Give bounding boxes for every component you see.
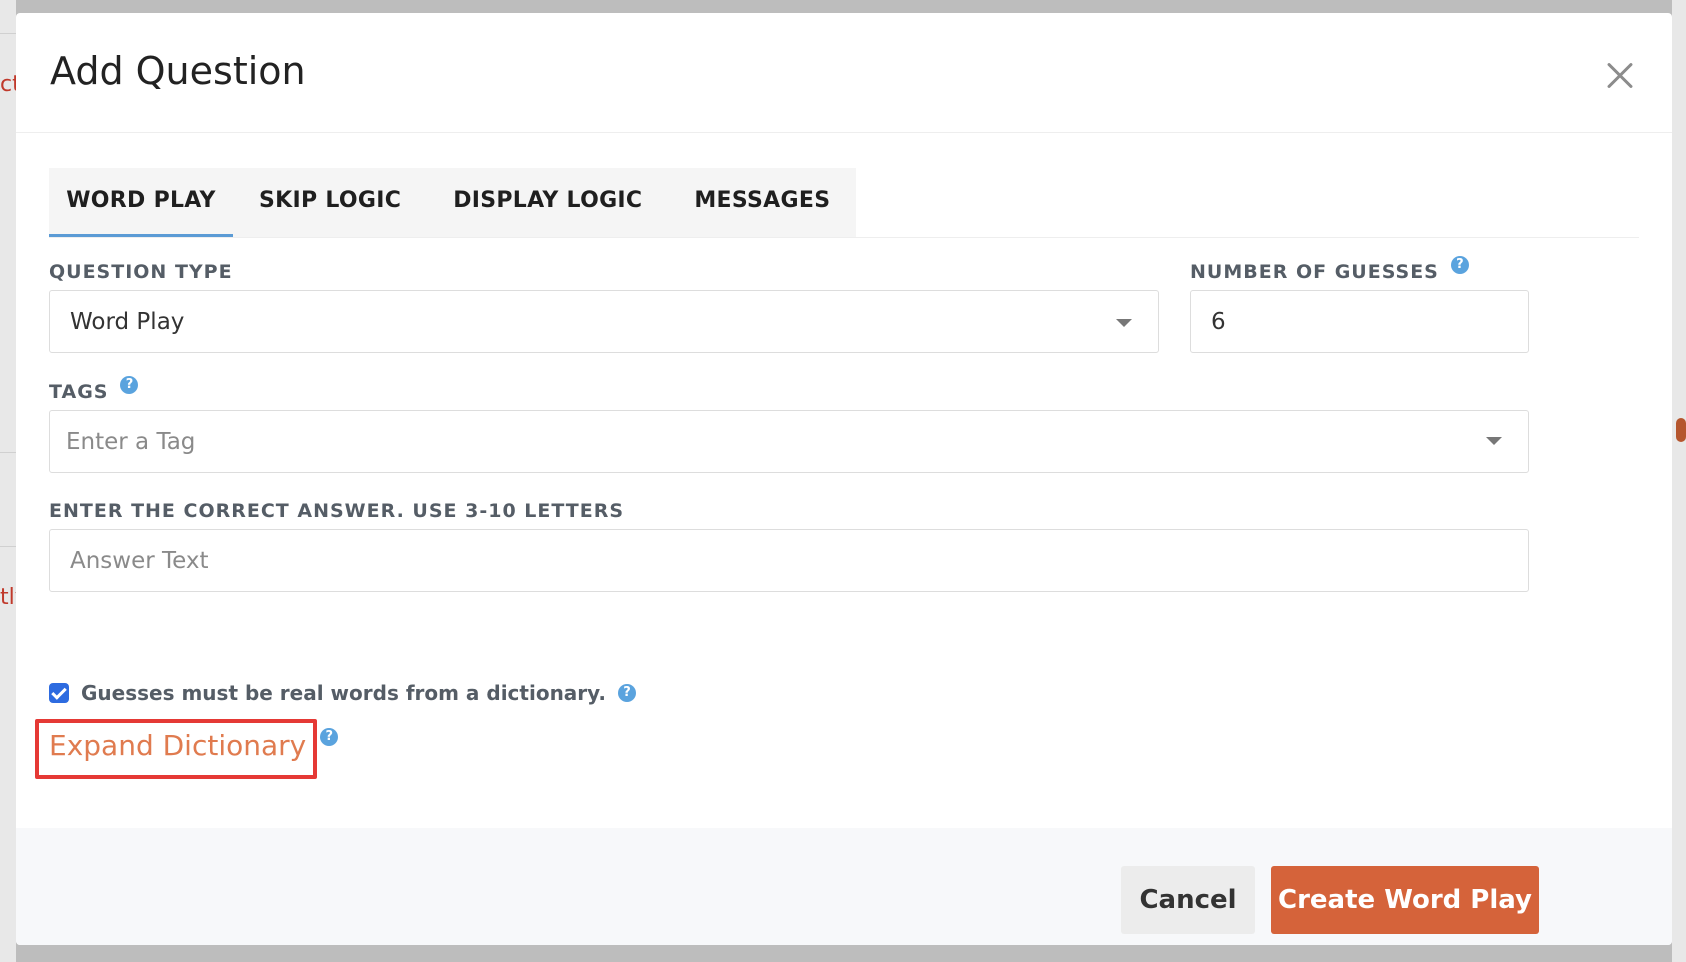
question-type-value: Word Play [70,308,185,335]
answer-label: ENTER THE CORRECT ANSWER. USE 3-10 LETTE… [49,500,624,522]
expand-dictionary-label: Expand Dictionary [49,729,307,762]
modal-title: Add Question [50,49,306,93]
chevron-down-icon [1486,437,1502,445]
background-divider [0,33,16,34]
tab-skip-logic[interactable]: SKIP LOGIC [233,168,427,238]
answer-label-text: ENTER THE CORRECT ANSWER. USE 3-10 LETTE… [49,500,625,522]
question-type-select[interactable]: Word Play [49,290,1159,353]
answer-input[interactable] [49,529,1529,592]
background-text-snippet: tly [0,585,16,610]
help-icon[interactable]: ? [120,376,139,394]
background-decoration [1676,418,1686,442]
number-of-guesses-input[interactable]: 6 [1190,290,1529,353]
tab-display-logic[interactable]: DISPLAY LOGIC [427,168,668,238]
tags-placeholder: Enter a Tag [66,428,196,455]
question-type-label-text: QUESTION TYPE [49,261,233,283]
help-icon[interactable]: ? [320,727,339,746]
help-icon[interactable]: ? [1450,256,1469,274]
number-of-guesses-label-text: NUMBER OF GUESSES [1190,261,1439,283]
tab-messages[interactable]: MESSAGES [668,168,856,238]
dictionary-checkbox[interactable] [49,683,69,703]
close-icon[interactable] [1600,55,1640,95]
add-question-modal: Add Question WORD PLAY SKIP LOGIC DISPLA… [16,13,1672,945]
background-page-right [1672,0,1686,962]
tabs-divider [49,237,1639,238]
background-text-snippet: ct [0,72,16,97]
help-icon[interactable]: ? [617,684,636,702]
question-type-label: QUESTION TYPE [49,261,233,283]
cancel-button[interactable]: Cancel [1121,866,1255,934]
dictionary-check-row: Guesses must be real words from a dictio… [49,681,636,705]
tags-select[interactable]: Enter a Tag [49,410,1529,473]
tab-bar: WORD PLAY SKIP LOGIC DISPLAY LOGIC MESSA… [49,168,857,238]
create-word-play-button[interactable]: Create Word Play [1271,866,1539,934]
modal-header: Add Question [16,13,1672,133]
dictionary-check-label: Guesses must be real words from a dictio… [81,681,606,705]
background-divider [0,452,16,453]
tags-label: TAGS ? [49,376,139,403]
tab-word-play[interactable]: WORD PLAY [49,168,233,238]
tags-label-text: TAGS [49,381,109,403]
background-page-left [0,0,16,962]
chevron-down-icon [1116,319,1132,327]
number-of-guesses-value: 6 [1211,308,1226,335]
modal-footer: Cancel Create Word Play [16,828,1672,945]
background-divider [0,546,16,547]
expand-dictionary-link[interactable]: Expand Dictionary ? [49,727,339,762]
number-of-guesses-label: NUMBER OF GUESSES ? [1190,256,1469,283]
